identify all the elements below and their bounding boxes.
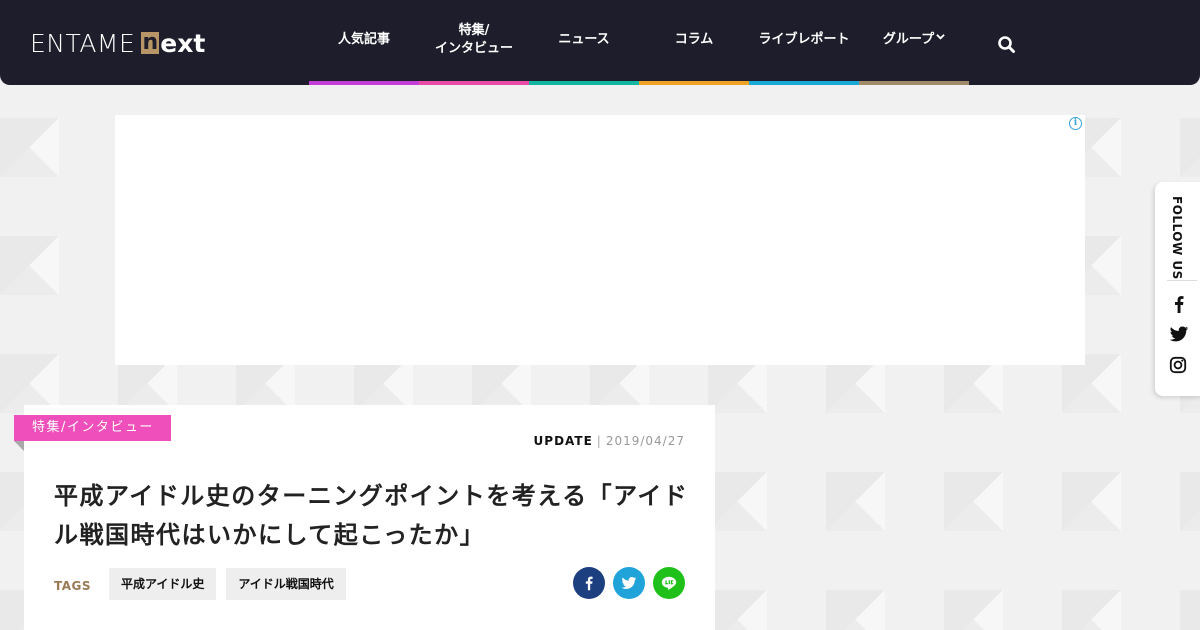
nav-item-label: コラム — [674, 31, 714, 47]
follow-facebook-link[interactable] — [1169, 294, 1189, 314]
logo-main-text: ENTAME — [30, 28, 136, 58]
nav-item-news[interactable]: ニュース — [529, 0, 639, 85]
share-twitter-button[interactable] — [613, 567, 645, 599]
nav-color-bar — [309, 81, 419, 85]
update-date: 2019/04/27 — [605, 434, 685, 448]
nav-item-column[interactable]: コラム — [639, 0, 749, 85]
search-button[interactable] — [996, 34, 1018, 56]
nav-item-feature-interview[interactable]: 特集/ インタビュー — [419, 0, 529, 85]
follow-divider — [1167, 280, 1197, 281]
instagram-icon — [1169, 356, 1187, 374]
nav-item-label: ライブレポート — [758, 31, 850, 47]
twitter-icon — [1169, 326, 1189, 342]
logo-ext-text: ext — [160, 28, 206, 58]
nav-item-live-report[interactable]: ライブレポート — [749, 0, 859, 85]
ad-slot[interactable]: i — [115, 115, 1085, 365]
site-header: ENTAME n ext 人気記事 特集/ インタビュー ニュース コラム ライ… — [0, 0, 1200, 85]
tag-heisei-idol-history[interactable]: 平成アイドル史 — [109, 568, 217, 600]
logo-n-mark: n — [141, 30, 160, 55]
tag-list: 平成アイドル史 アイドル戦国時代 — [109, 568, 356, 600]
follow-twitter-link[interactable] — [1169, 324, 1189, 344]
tag-idol-warring-era[interactable]: アイドル戦国時代 — [226, 568, 346, 600]
line-icon — [661, 576, 677, 590]
follow-us-label: FOLLOW US — [1170, 196, 1184, 280]
share-facebook-button[interactable] — [573, 567, 605, 599]
facebook-icon — [585, 576, 593, 591]
share-line-button[interactable] — [653, 567, 685, 599]
tags-label: TAGS — [54, 579, 92, 593]
category-fold-decoration — [14, 441, 24, 451]
share-buttons — [565, 567, 685, 599]
nav-item-group[interactable]: グループ — [859, 0, 969, 85]
nav-color-bar — [529, 81, 639, 85]
follow-instagram-link[interactable] — [1169, 356, 1189, 376]
main-nav: 人気記事 特集/ インタビュー ニュース コラム ライブレポート グループ — [309, 0, 969, 85]
nav-item-label: 人気記事 — [337, 31, 390, 47]
twitter-icon — [621, 577, 637, 589]
article-title: 平成アイドル史のターニングポイントを考える「アイドル戦国時代はいかにして起こった… — [54, 482, 689, 549]
update-info: UPDATE | 2019/04/27 — [534, 434, 685, 448]
facebook-icon — [1175, 296, 1184, 313]
nav-color-bar — [859, 81, 969, 85]
site-logo[interactable]: ENTAME n ext — [30, 28, 205, 58]
nav-item-label: ニュース — [558, 31, 610, 47]
nav-item-label: グループ — [882, 31, 935, 47]
category-label[interactable]: 特集/インタビュー — [14, 415, 171, 441]
update-label: UPDATE — [533, 434, 593, 448]
nav-item-label: 特集/ インタビュー — [434, 22, 513, 56]
nav-color-bar — [419, 81, 529, 85]
follow-us-panel: FOLLOW US — [1155, 182, 1200, 396]
update-separator: | — [596, 434, 602, 448]
search-icon — [998, 36, 1015, 53]
ad-info-icon[interactable]: i — [1069, 117, 1082, 130]
nav-color-bar — [639, 81, 749, 85]
nav-color-bar — [749, 81, 859, 85]
nav-item-popular[interactable]: 人気記事 — [309, 0, 419, 85]
chevron-down-icon — [936, 34, 945, 40]
